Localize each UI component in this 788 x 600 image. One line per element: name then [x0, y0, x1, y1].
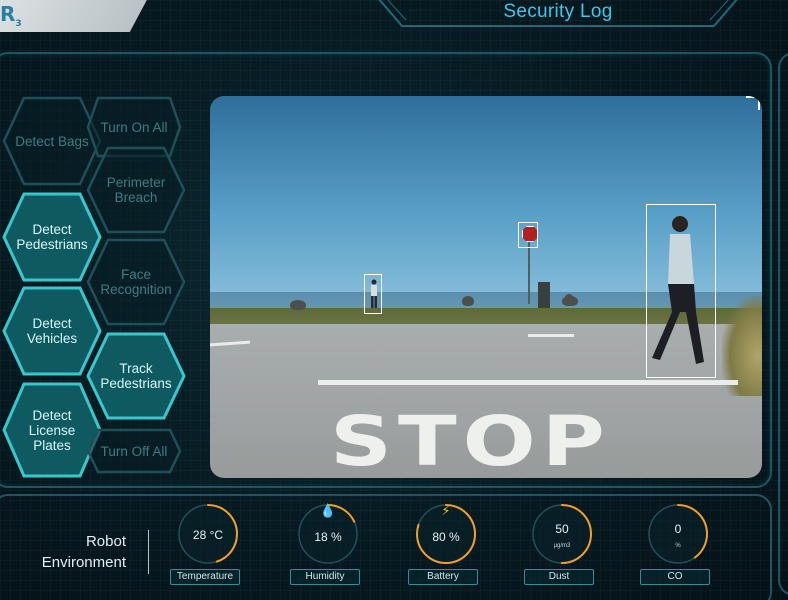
hex-button-label: Detect Bags: [15, 133, 89, 149]
gauge-value: 28 °C: [192, 528, 224, 542]
detection-box-stop-sign[interactable]: [518, 222, 538, 248]
gauge-unit: %: [675, 543, 681, 549]
camera-corner-mark: [746, 96, 760, 110]
gauge-battery: ⚡ 80 % Battery: [408, 500, 488, 588]
hex-button-label: Track Pedestrians: [100, 361, 172, 391]
road-stripe: [318, 380, 738, 385]
gauge-value: 80 %: [432, 530, 460, 544]
gauge-label: Temperature: [170, 569, 240, 585]
app-root: R3 Security Log Detect Bags Turn On All …: [0, 0, 788, 600]
detection-box-pedestrian-near[interactable]: [646, 204, 716, 378]
water-drop-icon: 💧: [319, 504, 337, 519]
title-frame: Security Log: [378, 0, 738, 28]
gauge-unit: µg/m3: [553, 543, 571, 549]
logo: R3: [0, 2, 22, 29]
detection-box-pedestrian-far[interactable]: [364, 274, 382, 314]
rock: [462, 296, 474, 306]
logo-letter: R: [0, 2, 16, 26]
gauge-label: Humidity: [290, 569, 360, 585]
lightning-icon: ⚡: [441, 504, 451, 519]
page-title: Security Log: [503, 1, 613, 22]
road-stripe: [528, 334, 574, 337]
gauge-value: 0: [674, 522, 682, 536]
gauge-co: 0 % CO: [640, 500, 720, 588]
right-panel: [778, 52, 788, 596]
hex-button-label: Turn On All: [100, 119, 168, 135]
gauge-value: 18 %: [314, 530, 342, 544]
gauge-temperature: 28 °C Temperature: [170, 500, 250, 588]
hex-button-label: Detect Pedestrians: [16, 222, 88, 252]
logo-tab: [0, 0, 150, 32]
environment-label-line2: Environment: [41, 554, 126, 571]
environment-label: Robot Environment: [20, 531, 126, 573]
rock: [562, 296, 578, 306]
gauge-dust: 50 µg/m3 Dust: [524, 500, 604, 588]
environment-label-line1: Robot: [85, 533, 126, 550]
hex-button-label: Face Recognition: [100, 267, 172, 297]
stop-sign-pole: [528, 240, 530, 304]
gauge-label: Dust: [524, 569, 594, 585]
road-marking: STOP: [330, 402, 611, 478]
gauge-humidity: 💧 18 % Humidity: [290, 500, 370, 588]
hex-button-label: Turn Off All: [100, 443, 168, 459]
hex-button-label: Detect License Plates: [28, 407, 76, 453]
rock: [290, 300, 306, 310]
environment-divider: [148, 530, 149, 574]
gauge-value: 50: [555, 522, 569, 536]
signpost: [538, 282, 550, 308]
camera-feed: STOP: [210, 96, 762, 478]
hex-button-label: Detect Vehicles: [26, 316, 78, 346]
hex-button-label: Perimeter Breach: [106, 175, 166, 205]
logo-sub: 3: [15, 19, 22, 29]
gauge-label: CO: [640, 569, 710, 585]
gauge-label: Battery: [408, 569, 478, 585]
